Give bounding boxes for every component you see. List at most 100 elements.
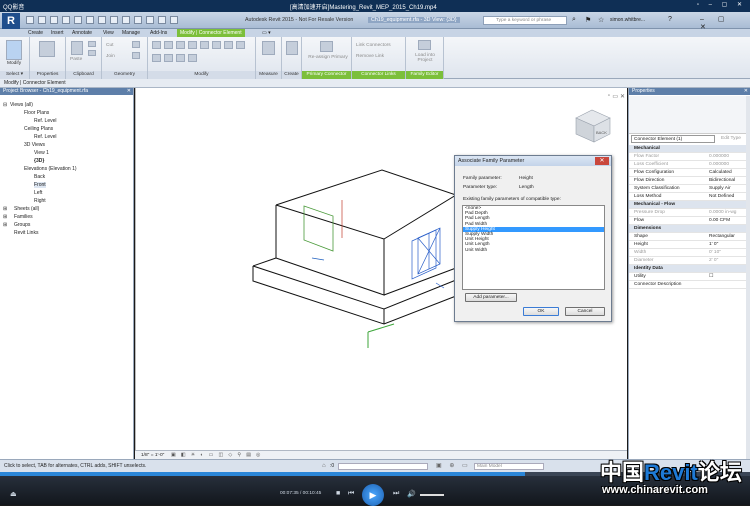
ok-button[interactable]: OK: [523, 307, 559, 316]
tree-ceiling-plans[interactable]: Ceiling Plans: [24, 126, 53, 132]
wall-joins-icon[interactable]: [132, 52, 140, 59]
scale-icon[interactable]: [164, 54, 173, 62]
close-icon[interactable]: ✕: [127, 88, 131, 95]
help-icon[interactable]: ?: [668, 16, 672, 23]
close-icon[interactable]: ✕: [595, 157, 609, 165]
close-icon[interactable]: ✕: [744, 88, 748, 95]
offset-icon[interactable]: [164, 41, 173, 49]
tree-front[interactable]: Front: [34, 182, 46, 188]
view-cube[interactable]: BACK: [575, 109, 611, 143]
create-group-icon[interactable]: [286, 41, 298, 55]
prop-flow-configuration[interactable]: Flow Configuration Calculated: [629, 169, 747, 177]
prop-flow-factor[interactable]: Flow Factor 0.000000: [629, 153, 747, 161]
previous-icon[interactable]: ⏮: [348, 490, 354, 498]
prop-flow[interactable]: Flow 0.00 CFM: [629, 217, 747, 225]
tree-back[interactable]: Back: [34, 174, 45, 180]
prop-height[interactable]: Height 1' 0": [629, 241, 747, 249]
view-minimize-icon[interactable]: ▭: [612, 93, 618, 100]
copy-icon[interactable]: [88, 41, 96, 47]
cut-button[interactable]: Cut: [106, 43, 113, 48]
open-icon[interactable]: [26, 16, 34, 24]
move-icon[interactable]: [188, 41, 197, 49]
view-restore-icon[interactable]: ▫: [608, 93, 610, 99]
tab-add-ins[interactable]: Add-Ins: [150, 29, 167, 37]
tree-floor-ref-level[interactable]: Ref. Level: [34, 118, 57, 124]
reassign-primary-icon[interactable]: [320, 41, 333, 52]
prop-loss-coefficient[interactable]: Loss Coefficient 0.000000: [629, 161, 747, 169]
add-parameter-button[interactable]: Add parameter...: [465, 293, 517, 302]
tree-elevations[interactable]: Elevations (Elevation 1): [24, 166, 77, 172]
close-hidden-icon[interactable]: [146, 16, 154, 24]
load-into-project-icon[interactable]: [418, 40, 431, 50]
3d-view-icon[interactable]: [110, 16, 118, 24]
reassign-primary-button[interactable]: Re-assign Primary: [306, 55, 350, 60]
load-into-project-button[interactable]: Load into Project: [408, 53, 442, 63]
tree-floor-plans[interactable]: Floor Plans: [24, 110, 49, 116]
tab-annotate[interactable]: Annotate: [72, 29, 92, 37]
tab-modify-connector[interactable]: Modify | Connector Element: [177, 29, 245, 37]
tree-left[interactable]: Left: [34, 190, 42, 196]
properties-icon[interactable]: [39, 41, 55, 57]
trim-icon[interactable]: [224, 41, 233, 49]
prop-section-identity-data[interactable]: Identity Data: [629, 265, 747, 273]
tab-create[interactable]: Create: [28, 29, 43, 37]
prop-diameter[interactable]: Diameter 2' 0": [629, 257, 747, 265]
tree-toggle-icon[interactable]: ⊟: [3, 102, 7, 108]
split-icon[interactable]: [236, 41, 245, 49]
main-model-dropdown[interactable]: Main Model: [474, 463, 544, 470]
design-options-icons[interactable]: ▣ ⊕ ▭: [436, 460, 471, 472]
section-icon[interactable]: [122, 16, 130, 24]
edit-type-button[interactable]: Edit Type: [721, 136, 741, 141]
parameter-list-item[interactable]: Unit Width: [463, 248, 604, 253]
parameter-list[interactable]: <none> Pad Depth Pad Length Pad Width Su…: [462, 205, 605, 290]
rotate-icon[interactable]: [212, 41, 221, 49]
tree-toggle-icon[interactable]: ⊞: [3, 222, 7, 228]
tab-view[interactable]: View: [103, 29, 114, 37]
tree-3d-views[interactable]: 3D Views: [24, 142, 45, 148]
undo-icon[interactable]: [50, 16, 58, 24]
join-button[interactable]: Join: [106, 54, 115, 59]
prop-utility[interactable]: Utility ☐: [629, 273, 747, 281]
prop-flow-direction[interactable]: Flow Direction Bidirectional: [629, 177, 747, 185]
qat-dropdown-icon[interactable]: [170, 16, 178, 24]
stop-icon[interactable]: ■: [336, 490, 340, 497]
subscription-icon[interactable]: ⚑: [585, 16, 591, 24]
properties-scrollbar[interactable]: [746, 96, 750, 459]
tree-groups[interactable]: Groups: [14, 222, 30, 228]
modify-arrow-icon[interactable]: [6, 40, 22, 60]
mirror-icon[interactable]: [176, 41, 185, 49]
cancel-button[interactable]: Cancel: [565, 307, 605, 316]
prop-loss-method[interactable]: Loss Method Not Defined: [629, 193, 747, 201]
tree-ceiling-ref-level[interactable]: Ref. Level: [34, 134, 57, 140]
tree-views-all[interactable]: Views (all): [10, 102, 33, 108]
measure-tool-icon[interactable]: [262, 41, 275, 55]
type-selector-area[interactable]: [629, 96, 747, 134]
text-icon[interactable]: [98, 16, 106, 24]
user-name[interactable]: simon.whitbre...: [610, 17, 645, 23]
workset-icon[interactable]: ⌂: [322, 460, 326, 472]
delete-icon[interactable]: [188, 54, 197, 62]
paste-icon[interactable]: [71, 41, 83, 55]
tree-view-1[interactable]: View 1: [34, 150, 49, 156]
copy-element-icon[interactable]: [200, 41, 209, 49]
communication-icon[interactable]: ☆: [598, 16, 604, 24]
match-icon[interactable]: [88, 50, 96, 56]
prop-shape[interactable]: Shape Rectangular: [629, 233, 747, 241]
revit-app-button[interactable]: R: [2, 13, 20, 29]
tree-3d[interactable]: {3D}: [34, 158, 44, 164]
save-icon[interactable]: [38, 16, 46, 24]
measure-icon[interactable]: [86, 16, 94, 24]
panel-select-label[interactable]: Select ▾: [0, 71, 29, 79]
next-icon[interactable]: ⏭: [393, 490, 399, 498]
prop-section-dimensions[interactable]: Dimensions: [629, 225, 747, 233]
player-window-buttons[interactable]: ▫ – ▢ ✕: [697, 1, 746, 8]
view-close-icon[interactable]: ✕: [620, 93, 625, 100]
redo-icon[interactable]: [62, 16, 70, 24]
prop-width[interactable]: Width 0' 10": [629, 249, 747, 257]
align-icon[interactable]: [152, 41, 161, 49]
prop-connector-description[interactable]: Connector Description: [629, 281, 747, 289]
pin-icon[interactable]: [176, 54, 185, 62]
tree-families[interactable]: Families: [14, 214, 33, 220]
search-icon[interactable]: ⌕: [572, 16, 576, 24]
prop-system-classification[interactable]: System Classification Supply Air: [629, 185, 747, 193]
